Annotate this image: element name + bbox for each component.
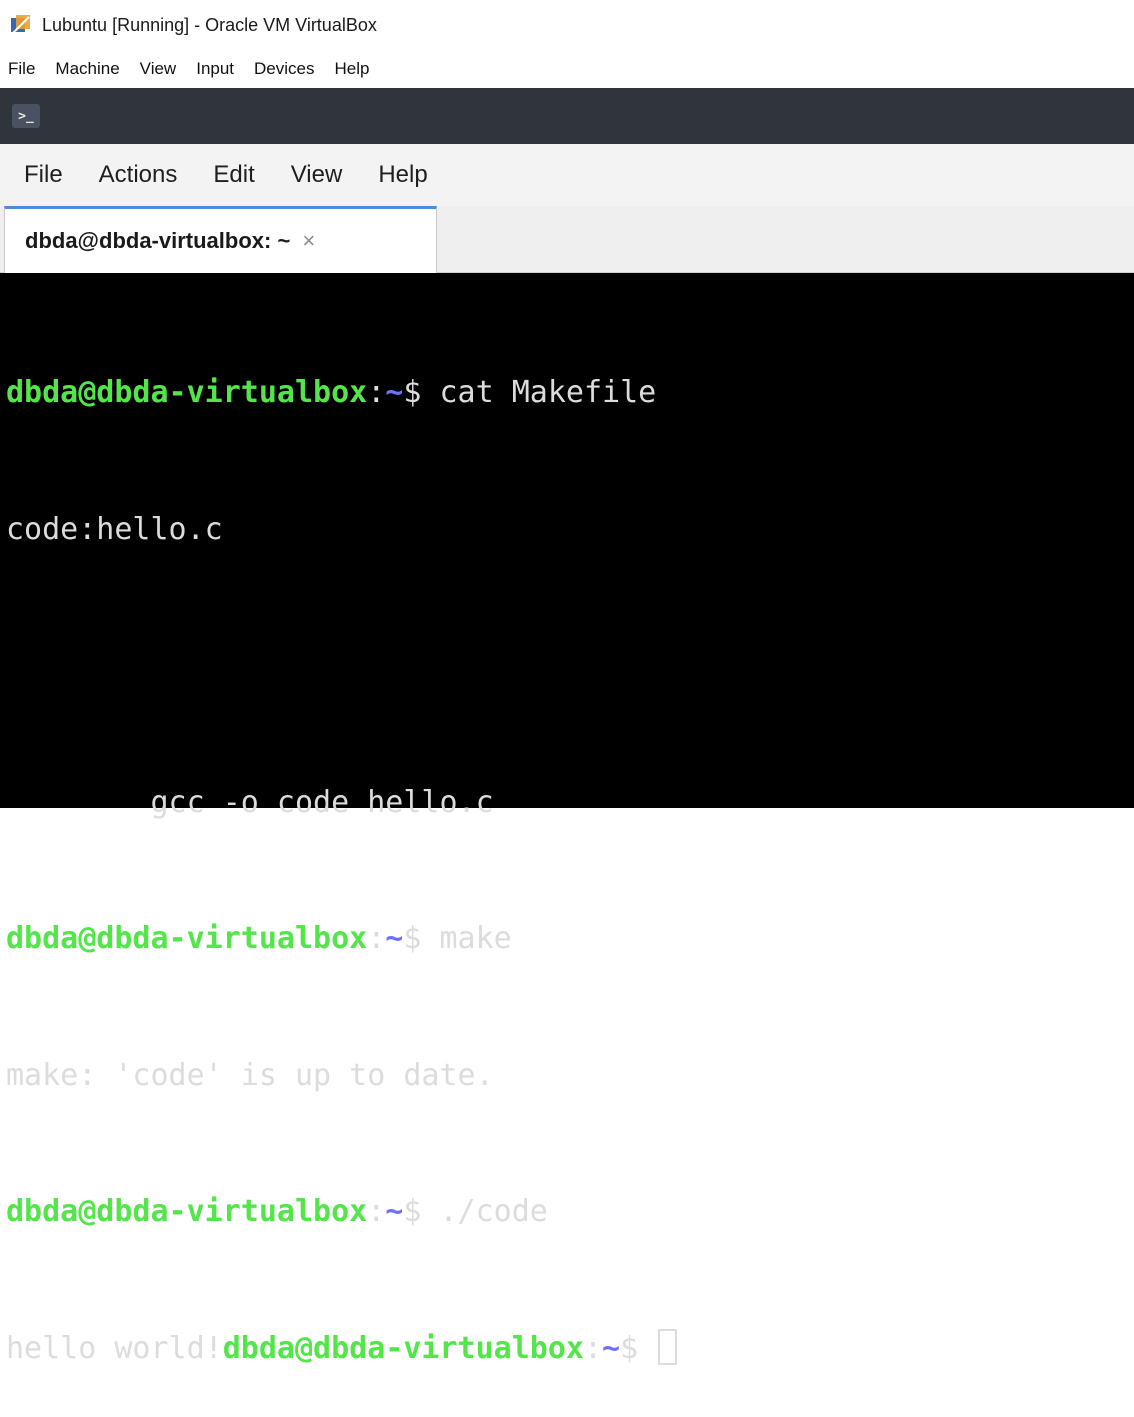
terminal-icon[interactable]: >_: [12, 104, 40, 128]
terminal-line: hello world!dbda@dbda-virtualbox:~$: [6, 1326, 1134, 1372]
prompt-user-host: dbda@dbda-virtualbox: [6, 375, 368, 410]
host-menu-machine[interactable]: Machine: [55, 59, 119, 79]
host-menu-file[interactable]: File: [8, 59, 35, 79]
command-text: [638, 1331, 656, 1366]
text-cursor: [658, 1328, 678, 1365]
output-text: gcc -o code hello.c: [6, 784, 494, 820]
host-menu-devices[interactable]: Devices: [254, 59, 314, 79]
prompt-dollar: $: [403, 375, 422, 410]
command-text: make: [421, 921, 512, 956]
prompt-colon: :: [367, 375, 386, 410]
prompt-path: ~: [385, 1194, 404, 1229]
terminal-line: dbda@dbda-virtualbox:~$ cat Makefile: [6, 370, 1134, 416]
guest-panel: >_: [0, 88, 1134, 144]
terminal-menubar: File Actions Edit View Help: [0, 144, 1134, 206]
virtualbox-logo-icon: [10, 14, 32, 36]
terminal-menu-file[interactable]: File: [24, 161, 63, 189]
terminal-menu-help[interactable]: Help: [378, 161, 427, 189]
host-title-bar: Lubuntu [Running] - Oracle VM VirtualBox: [0, 0, 1134, 50]
window-title: Lubuntu [Running] - Oracle VM VirtualBox: [42, 14, 377, 35]
close-icon[interactable]: ×: [302, 228, 315, 254]
terminal-line: dbda@dbda-virtualbox:~$ make: [6, 916, 1134, 962]
prompt-colon: :: [583, 1330, 603, 1366]
prompt-path: ~: [385, 375, 404, 410]
output-text: code:hello.c: [6, 511, 223, 547]
terminal-line: gcc -o code hello.c: [6, 780, 1134, 826]
terminal-line: code:hello.c: [6, 507, 1134, 553]
prompt-colon: :: [367, 1194, 386, 1229]
prompt-user-host: dbda@dbda-virtualbox: [6, 1194, 368, 1229]
prompt-path: ~: [602, 1330, 621, 1366]
output-text: hello world!: [6, 1330, 223, 1366]
output-text: make: 'code' is up to date.: [6, 1057, 494, 1093]
host-menu-view[interactable]: View: [140, 59, 177, 79]
terminal-menu-view[interactable]: View: [291, 161, 343, 189]
tab-bar: dbda@dbda-virtualbox: ~ ×: [0, 206, 1134, 273]
prompt-dollar: $: [620, 1330, 639, 1366]
terminal-line: dbda@dbda-virtualbox:~$ ./code: [6, 1189, 1134, 1235]
host-menu-input[interactable]: Input: [196, 59, 234, 79]
prompt-path: ~: [385, 921, 404, 956]
prompt-dollar: $: [403, 921, 422, 956]
host-menu-help[interactable]: Help: [335, 59, 370, 79]
tab-terminal[interactable]: dbda@dbda-virtualbox: ~ ×: [4, 206, 437, 273]
prompt-user-host: dbda@dbda-virtualbox: [6, 921, 368, 956]
terminal-line: make: 'code' is up to date.: [6, 1053, 1134, 1099]
terminal-output[interactable]: dbda@dbda-virtualbox:~$ cat Makefile cod…: [0, 273, 1134, 1366]
terminal-menu-edit[interactable]: Edit: [213, 161, 254, 189]
host-menubar: File Machine View Input Devices Help: [0, 50, 1134, 88]
terminal-menu-actions[interactable]: Actions: [99, 161, 178, 189]
command-text: ./code: [421, 1194, 548, 1229]
tab-label: dbda@dbda-virtualbox: ~: [25, 228, 291, 253]
prompt-user-host: dbda@dbda-virtualbox: [222, 1330, 584, 1366]
prompt-colon: :: [367, 921, 386, 956]
command-text: cat Makefile: [421, 375, 657, 410]
prompt-dollar: $: [403, 1194, 422, 1229]
